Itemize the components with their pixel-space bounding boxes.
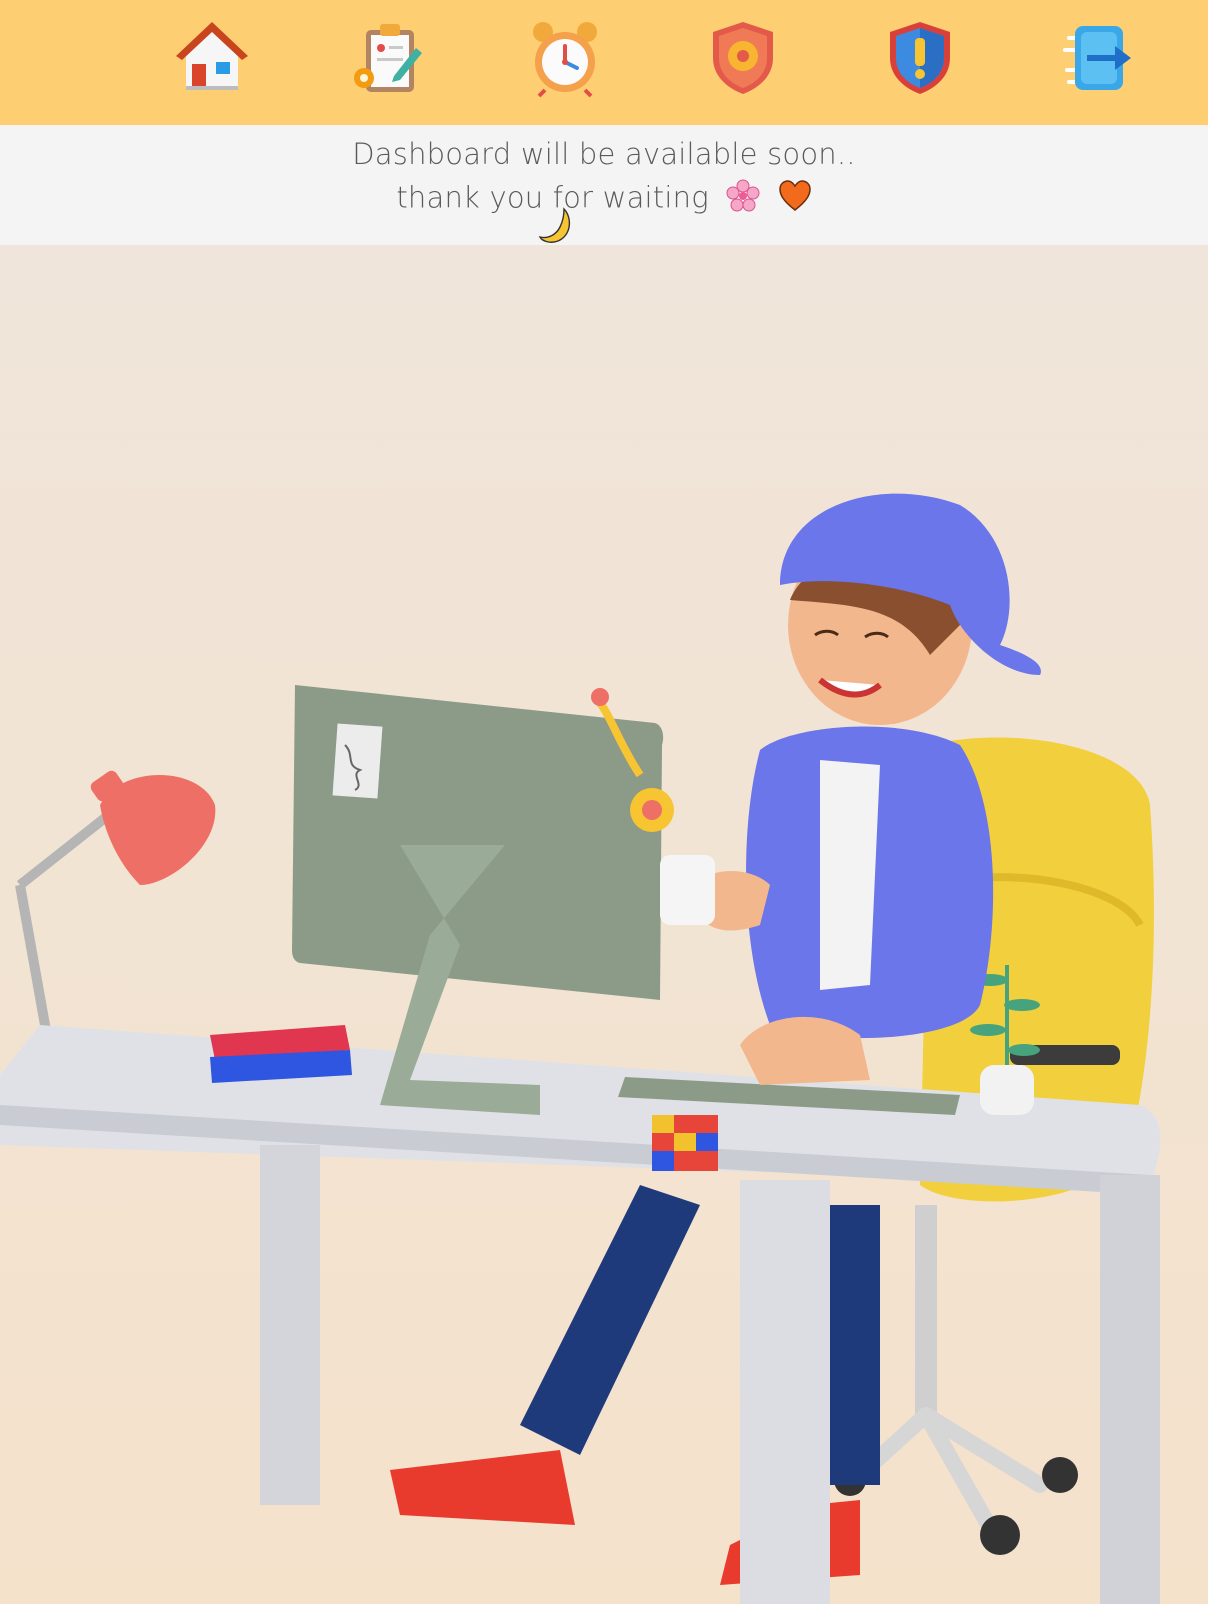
tasks-button[interactable]	[348, 18, 428, 98]
exit-arrow-icon	[1063, 26, 1131, 90]
orange-heart-icon	[778, 180, 812, 219]
alerts-button[interactable]	[880, 18, 960, 98]
house-icon	[176, 22, 248, 90]
top-navigation-bar	[0, 0, 1208, 125]
notice-banner: Dashboard will be available soon.. thank…	[0, 125, 1208, 245]
cherry-blossom-icon	[726, 179, 760, 220]
notice-line-1: Dashboard will be available soon..	[352, 137, 856, 171]
security-settings-button[interactable]	[703, 18, 783, 98]
person-working-at-desk-illustration	[0, 245, 1208, 1604]
crescent-moon-icon	[538, 207, 574, 245]
shield-gear-icon	[713, 22, 773, 94]
alarm-clock-icon	[533, 22, 597, 98]
logout-button[interactable]	[1057, 18, 1137, 98]
rubiks-cube	[652, 1115, 718, 1171]
reminders-button[interactable]	[525, 18, 605, 98]
books	[210, 1025, 352, 1083]
home-button[interactable]	[172, 18, 252, 98]
shield-exclamation-icon	[890, 22, 950, 94]
clipboard-gear-icon	[354, 24, 422, 92]
notice-line-2: thank you for waiting	[0, 179, 1208, 220]
